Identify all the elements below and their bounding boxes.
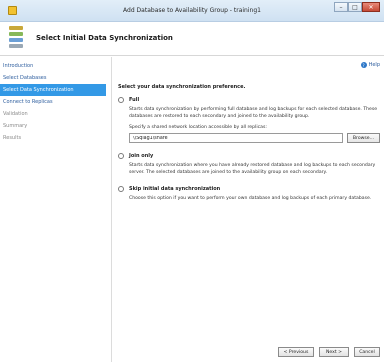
window-controls: – □ ✕ [334,2,380,12]
option-full: Full Starts data synchronization by perf… [118,96,380,144]
sidebar-item-validation: Validation [3,111,28,117]
help-link[interactable]: ? Help [360,62,380,68]
option-join-only: Join only Starts data synchronization wh… [118,152,380,176]
sidebar-item-results: Results [3,135,22,141]
sidebar-item-summary: Summary [3,123,28,129]
cancel-button[interactable]: Cancel [354,347,380,357]
full-description: Starts data synchronization by performin… [129,107,378,119]
sidebar-item-select-data-synchronization[interactable]: Select Data Synchronization [0,84,106,96]
skip-radio[interactable] [118,186,124,193]
database-sync-icon [9,26,23,48]
window-title: Add Database to Availability Group - tra… [123,7,261,14]
join-only-description: Starts data synchronization where you ha… [129,163,376,175]
share-location-input[interactable] [129,133,343,144]
wizard-steps-sidebar: Introduction Select Databases Select Dat… [0,57,112,362]
skip-description: Choose this option if you want to perfor… [129,196,372,202]
browse-button[interactable]: Browse... [346,133,380,144]
title-bar: Add Database to Availability Group - tra… [0,0,384,22]
main-content: Select your data synchronization prefere… [118,84,380,212]
page-header: Select Initial Data Synchronization [0,22,384,56]
maximize-button[interactable]: □ [348,2,362,12]
join-only-radio[interactable] [118,153,124,160]
option-skip: Skip initial data synchronization Choose… [118,185,380,203]
help-icon: ? [360,62,367,68]
help-label: Help [368,62,380,68]
sidebar-item-introduction[interactable]: Introduction [0,60,111,72]
next-button[interactable]: Next > [319,347,349,357]
previous-button[interactable]: < Previous [278,347,314,357]
page-title: Select Initial Data Synchronization [36,34,173,42]
sync-preference-prompt: Select your data synchronization prefere… [118,84,246,90]
sidebar-item-select-databases[interactable]: Select Databases [0,72,111,84]
full-label[interactable]: Full [129,97,139,103]
wizard-footer: < Previous Next > Cancel [113,340,384,362]
share-location-block: Specify a shared network location access… [118,125,380,144]
sidebar-item-connect-to-replicas[interactable]: Connect to Replicas [0,96,111,108]
minimize-button[interactable]: – [334,2,348,12]
skip-label[interactable]: Skip initial data synchronization [129,186,220,192]
full-radio[interactable] [118,97,124,103]
join-only-label[interactable]: Join only [129,153,153,159]
close-button[interactable]: ✕ [362,2,380,12]
share-location-label: Specify a shared network location access… [129,125,267,131]
